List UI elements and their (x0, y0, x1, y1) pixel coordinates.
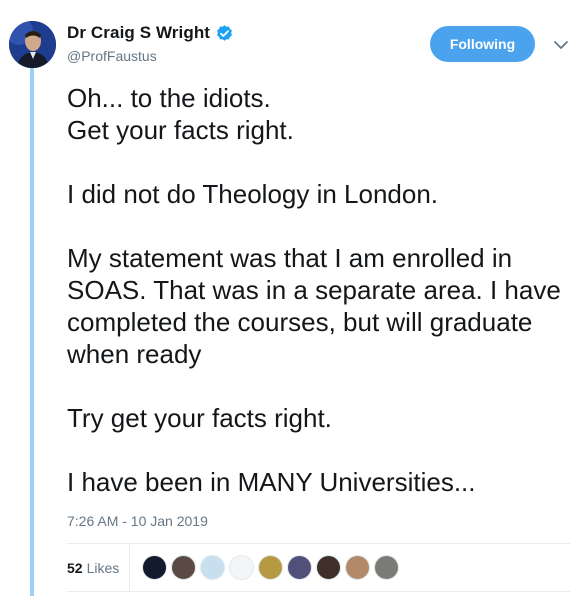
tweet-paragraph: Oh... to the idiots. Get your facts righ… (67, 83, 294, 145)
author-handle[interactable]: @ProfFaustus (67, 48, 157, 64)
likes-label: Likes (86, 559, 120, 576)
tweet-text: Oh... to the idiots. Get your facts righ… (67, 82, 567, 498)
liker-avatar[interactable] (258, 555, 283, 580)
liker-avatar[interactable] (200, 555, 225, 580)
liker-avatar[interactable] (316, 555, 341, 580)
liker-avatar[interactable] (171, 555, 196, 580)
liker-avatar[interactable] (374, 555, 399, 580)
verified-badge-icon (215, 24, 234, 43)
avatar[interactable] (9, 21, 56, 68)
author-name-row: Dr Craig S Wright (67, 23, 234, 43)
tweet-paragraph: Try get your facts right. (67, 403, 332, 433)
likes-count: 52 (67, 559, 83, 576)
liker-avatar[interactable] (345, 555, 370, 580)
liker-avatar[interactable] (229, 555, 254, 580)
liker-avatars (142, 555, 403, 580)
author-display-name[interactable]: Dr Craig S Wright (67, 23, 210, 43)
thread-line (30, 68, 34, 596)
avatar-image (9, 21, 56, 68)
following-button[interactable]: Following (430, 26, 535, 62)
tweet-stats: 52 Likes (67, 543, 570, 592)
tweet-paragraph: I have been in MANY Universities... (67, 467, 476, 497)
liker-avatar[interactable] (287, 555, 312, 580)
tweet-paragraph: My statement was that I am enrolled in S… (67, 243, 561, 369)
likes-stat[interactable]: 52 Likes (67, 544, 130, 591)
tweet-timestamp[interactable]: 7:26 AM - 10 Jan 2019 (67, 513, 208, 529)
tweet-paragraph: I did not do Theology in London. (67, 179, 439, 209)
chevron-down-icon[interactable] (553, 38, 569, 50)
liker-avatar[interactable] (142, 555, 167, 580)
